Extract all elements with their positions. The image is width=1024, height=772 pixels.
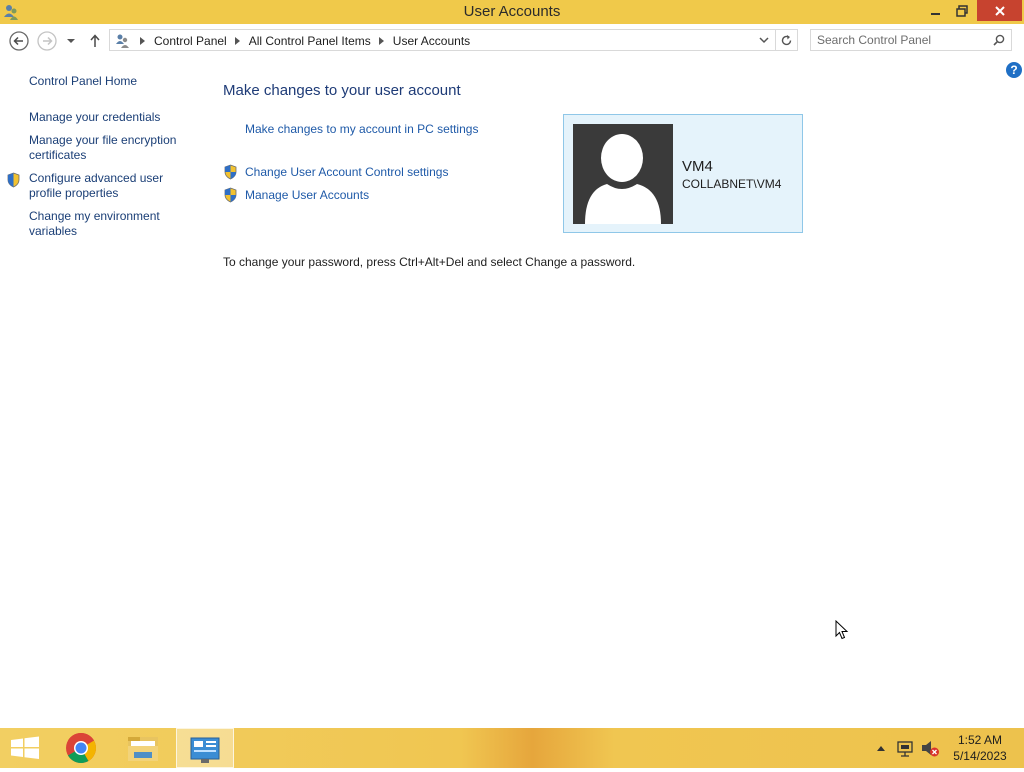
taskbar-file-explorer[interactable] — [116, 728, 172, 768]
control-panel-location-icon[interactable] — [114, 33, 132, 49]
minimize-button[interactable] — [922, 0, 949, 21]
title-bar: User Accounts — [0, 0, 1024, 24]
taskbar-control-panel[interactable] — [176, 728, 234, 768]
user-domain: COLLABNET\VM4 — [682, 177, 782, 191]
navigation-bar: Control Panel All Control Panel Items Us… — [0, 24, 1024, 58]
search-icon[interactable] — [993, 34, 1005, 49]
start-button[interactable] — [0, 728, 56, 768]
user-silhouette-icon — [585, 134, 661, 224]
search-box[interactable] — [810, 29, 1012, 51]
taskbar-chrome[interactable] — [54, 728, 110, 768]
clock-time: 1:52 AM — [957, 733, 1003, 747]
environment-variables-link-line2[interactable]: variables — [29, 224, 77, 239]
address-bar[interactable]: Control Panel All Control Panel Items Us… — [109, 29, 776, 51]
refresh-icon — [781, 35, 792, 46]
chevron-down-icon — [67, 39, 75, 43]
speaker-muted-icon[interactable] — [920, 728, 940, 768]
refresh-button[interactable] — [776, 29, 798, 51]
password-instructions: To change your password, press Ctrl+Alt+… — [223, 255, 636, 269]
restore-button[interactable] — [949, 0, 975, 21]
uac-settings-link[interactable]: Change User Account Control settings — [245, 165, 448, 179]
shield-icon — [6, 172, 21, 191]
file-encryption-link-line2[interactable]: certificates — [29, 148, 86, 163]
breadcrumb-control-panel[interactable]: Control Panel — [154, 34, 227, 48]
environment-variables-link-line1[interactable]: Change my environment — [29, 209, 160, 224]
up-arrow-icon — [90, 34, 100, 47]
file-encryption-link-line1[interactable]: Manage your file encryption — [29, 133, 176, 148]
windows-logo-icon — [11, 736, 39, 759]
recent-locations-button[interactable] — [63, 30, 79, 52]
breadcrumb: Control Panel All Control Panel Items Us… — [114, 33, 470, 49]
address-dropdown-icon[interactable] — [759, 34, 769, 49]
close-button[interactable] — [977, 0, 1022, 21]
help-button[interactable]: ? — [1006, 62, 1022, 78]
uac-shield-icon — [223, 164, 238, 183]
taskbar-clock[interactable]: 1:52 AM 5/14/2023 — [940, 732, 1020, 764]
breadcrumb-separator-icon[interactable] — [378, 34, 384, 48]
window-title: User Accounts — [463, 3, 561, 20]
back-button[interactable] — [8, 30, 30, 52]
breadcrumb-user-accounts[interactable]: User Accounts — [393, 34, 470, 48]
manage-user-accounts-link[interactable]: Manage User Accounts — [245, 188, 369, 202]
user-account-tile[interactable]: VM4 COLLABNET\VM4 — [563, 114, 803, 233]
breadcrumb-separator-icon[interactable] — [140, 34, 145, 48]
network-icon[interactable] — [896, 728, 914, 768]
advanced-profile-link-line1[interactable]: Configure advanced user — [29, 171, 163, 186]
manage-credentials-link[interactable]: Manage your credentials — [29, 110, 160, 125]
pc-settings-link[interactable]: Make changes to my account in PC setting… — [245, 122, 478, 136]
clock-date: 5/14/2023 — [953, 749, 1007, 763]
user-name: VM4 — [682, 158, 713, 175]
avatar — [573, 124, 673, 224]
back-arrow-icon — [9, 31, 29, 51]
forward-button[interactable] — [36, 30, 58, 52]
show-hidden-icons-icon[interactable] — [875, 728, 887, 768]
advanced-profile-link-line2[interactable]: profile properties — [29, 186, 118, 201]
up-button[interactable] — [85, 30, 107, 52]
search-input[interactable] — [817, 32, 987, 48]
folder-icon — [128, 737, 158, 761]
control-panel-home-link[interactable]: Control Panel Home — [29, 74, 137, 89]
chrome-icon — [66, 732, 97, 764]
breadcrumb-separator-icon[interactable] — [234, 34, 240, 48]
breadcrumb-all-items[interactable]: All Control Panel Items — [249, 34, 371, 48]
manage-accounts-shield-icon — [223, 187, 238, 206]
forward-arrow-icon — [37, 31, 57, 51]
page-title: Make changes to your user account — [223, 82, 461, 99]
control-panel-icon — [190, 737, 220, 763]
mouse-cursor-icon — [835, 619, 849, 643]
taskbar: 1:52 AM 5/14/2023 — [0, 728, 1024, 768]
